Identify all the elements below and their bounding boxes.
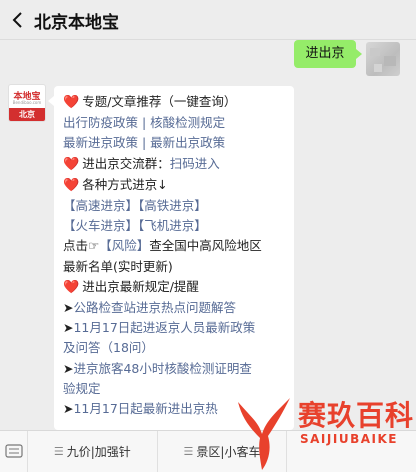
article-link[interactable]: ➤进京旅客48小时核酸检测证明查 bbox=[63, 359, 286, 379]
whale-tail-logo-icon bbox=[238, 398, 290, 470]
account-avatar[interactable]: 本地宝 Bendibao.com 北京 bbox=[8, 84, 46, 122]
heart-icon: ❤️ bbox=[63, 156, 80, 172]
keyboard-toggle[interactable] bbox=[0, 431, 28, 472]
list-item: 最新名单(实时更新) bbox=[63, 258, 173, 274]
arrow-icon: ➤ bbox=[63, 300, 74, 316]
list-item: ❤️ 进出京最新规定/提醒 bbox=[63, 278, 199, 295]
menu-list-icon: ☰ bbox=[183, 445, 194, 458]
watermark: 赛玖百科 SAIJIUBAIKE bbox=[232, 388, 416, 472]
menu-item-vaccine[interactable]: ☰ 九价|加强针 bbox=[28, 431, 158, 472]
scan-join-link[interactable]: 扫码进入 bbox=[170, 156, 220, 171]
keyboard-icon bbox=[5, 444, 23, 458]
heart-icon: ❤️ bbox=[63, 95, 80, 110]
logo-city: 北京 bbox=[9, 108, 45, 121]
article-link[interactable]: ➤公路检查站进京热点问题解答 bbox=[63, 298, 286, 318]
list-item: ❤️ 各种方式进京↓ bbox=[63, 176, 168, 193]
policy-link[interactable]: 出行防疫政策 | 核酸检测规定 bbox=[63, 113, 286, 133]
list-item: ❤️ 进出京交流群：扫码进入 bbox=[63, 155, 220, 172]
user-avatar[interactable] bbox=[366, 42, 400, 76]
arrow-icon: ➤ bbox=[63, 320, 74, 336]
article-link[interactable]: ➤11月17日起进返京人员最新政策 bbox=[63, 318, 286, 338]
menu-list-icon: ☰ bbox=[53, 445, 64, 458]
heart-icon: ❤️ bbox=[63, 177, 80, 193]
back-arrow-icon[interactable] bbox=[8, 10, 28, 30]
watermark-subtext: SAIJIUBAIKE bbox=[300, 432, 398, 446]
logo-domain: Bendibao.com bbox=[12, 100, 42, 105]
user-message-bubble[interactable]: 进出京 bbox=[294, 40, 362, 68]
watermark-text: 赛玖百科 bbox=[298, 399, 415, 432]
arrow-icon: ➤ bbox=[63, 360, 74, 376]
account-message-bubble: ❤️ 专题/文章推荐（一键查询） 出行防疫政策 | 核酸检测规定 最新进京政策 |… bbox=[54, 86, 294, 430]
chat-title: 北京本地宝 bbox=[34, 13, 119, 33]
policy-link[interactable]: 最新进京政策 | 最新出京政策 bbox=[63, 133, 286, 153]
avatar-image-icon bbox=[370, 48, 396, 72]
transport-link[interactable]: 【火车进京】【飞机进京】 bbox=[63, 216, 286, 236]
risk-link[interactable]: 【风险】 bbox=[99, 238, 149, 253]
transport-link[interactable]: 【高速进京】【高铁进京】 bbox=[63, 196, 286, 216]
chat-header: 北京本地宝 bbox=[0, 0, 416, 40]
list-item: ❤️ 专题/文章推荐（一键查询） bbox=[63, 94, 237, 110]
arrow-icon: ➤ bbox=[63, 401, 74, 417]
heart-icon: ❤️ bbox=[63, 279, 80, 295]
list-item: 点击☞【风险】查全国中高风险地区 bbox=[63, 238, 262, 254]
article-link[interactable]: 及问答（18问） bbox=[63, 338, 286, 358]
